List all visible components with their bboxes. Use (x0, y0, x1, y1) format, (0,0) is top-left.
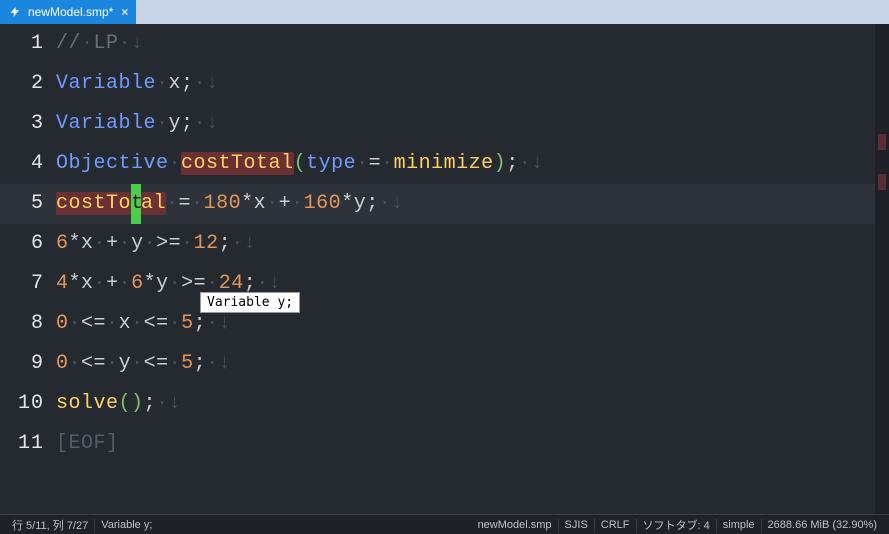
status-cursor-position: 行 5/11, 列 7/27 (6, 517, 94, 533)
code-content[interactable]: 0·<=·x·<=·5;·↓ (56, 304, 889, 344)
eol-glyph: ↓ (219, 312, 232, 335)
status-softtab[interactable]: ソフトタブ: 4 (637, 517, 716, 533)
code-content[interactable]: 4*x·+·6*y·>=·24;·↓ (56, 264, 889, 304)
code-content[interactable]: solve();·↓ (56, 384, 889, 424)
tab-bar: newModel.smp* × (0, 0, 889, 24)
code-content[interactable]: [EOF] (56, 424, 889, 464)
eol-glyph: ↓ (391, 192, 404, 215)
line-number: 2 (0, 64, 56, 104)
status-mode[interactable]: simple (717, 519, 761, 531)
code-content[interactable]: //·LP·↓ (56, 24, 889, 64)
file-type-icon (8, 5, 22, 19)
line-number: 4 (0, 144, 56, 184)
status-filename[interactable]: newModel.smp (472, 519, 558, 531)
eol-glyph: ↓ (206, 112, 219, 135)
eol-glyph: ↓ (531, 152, 544, 175)
code-content[interactable]: Variable·x;·↓ (56, 64, 889, 104)
code-line[interactable]: 74*x·+·6*y·>=·24;·↓ (0, 264, 889, 304)
line-number: 7 (0, 264, 56, 304)
eol-glyph: ↓ (169, 392, 182, 415)
code-line[interactable]: 66*x·+·y·>=·12;·↓ (0, 224, 889, 264)
code-content[interactable]: costTotal·=·180*x·+·160*y;·↓ (56, 184, 889, 224)
status-eol[interactable]: CRLF (595, 519, 636, 531)
status-memory: 2688.66 MiB (32.90%) (762, 519, 883, 531)
line-number: 10 (0, 384, 56, 424)
eol-glyph: ↓ (219, 352, 232, 375)
file-tab[interactable]: newModel.smp* × (0, 0, 136, 24)
code-line[interactable]: 11[EOF] (0, 424, 889, 464)
hover-tooltip: Variable y; (200, 292, 300, 313)
code-line[interactable]: 1//·LP·↓ (0, 24, 889, 64)
code-content[interactable]: Variable·y;·↓ (56, 104, 889, 144)
eol-glyph: ↓ (206, 72, 219, 95)
code-content[interactable]: Objective·costTotal(type·=·minimize);·↓ (56, 144, 889, 184)
line-number: 6 (0, 224, 56, 264)
text-cursor: t (131, 184, 141, 224)
code-line[interactable]: 3Variable·y;·↓ (0, 104, 889, 144)
code-content[interactable]: 6*x·+·y·>=·12;·↓ (56, 224, 889, 264)
line-number: 9 (0, 344, 56, 384)
code-line[interactable]: 10solve();·↓ (0, 384, 889, 424)
eol-glyph: ↓ (244, 232, 257, 255)
line-number: 5 (0, 184, 56, 224)
code-line[interactable]: 4Objective·costTotal(type·=·minimize);·↓ (0, 144, 889, 184)
eol-glyph: ↓ (131, 32, 144, 55)
line-number: 1 (0, 24, 56, 64)
line-number: 11 (0, 424, 56, 464)
tab-title: newModel.smp* (28, 5, 113, 19)
code-line[interactable]: 90·<=·y·<=·5;·↓ (0, 344, 889, 384)
status-bar: 行 5/11, 列 7/27 Variable y; newModel.smp … (0, 514, 889, 534)
line-number: 3 (0, 104, 56, 144)
status-selection-info: Variable y; (95, 519, 158, 531)
line-number: 8 (0, 304, 56, 344)
code-content[interactable]: 0·<=·y·<=·5;·↓ (56, 344, 889, 384)
code-editor[interactable]: 1//·LP·↓2Variable·x;·↓3Variable·y;·↓4Obj… (0, 24, 889, 514)
status-encoding[interactable]: SJIS (559, 519, 594, 531)
code-line[interactable]: 80·<=·x·<=·5;·↓ (0, 304, 889, 344)
code-line[interactable]: 2Variable·x;·↓ (0, 64, 889, 104)
tab-close-button[interactable]: × (119, 5, 130, 19)
code-line[interactable]: 5costTotal·=·180*x·+·160*y;·↓ (0, 184, 889, 224)
